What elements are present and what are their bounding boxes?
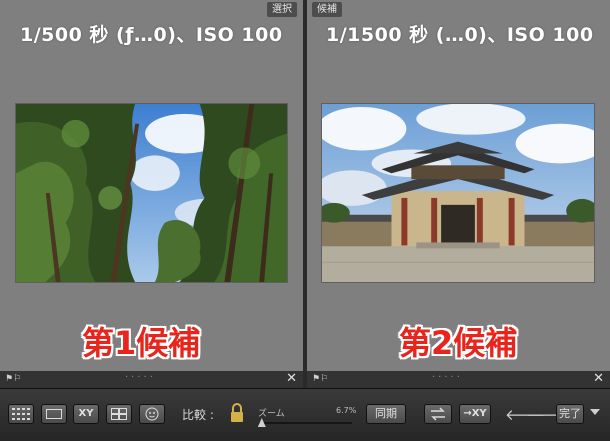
zoom-label: ズーム [258,409,285,419]
loupe-icon [46,409,62,419]
candidate-1-label: 第1候補 [82,324,201,362]
zoom-slider-track[interactable] [259,422,352,424]
rating-dots[interactable]: ····· [432,372,463,383]
bottom-toolbar: XY 比較 : ズーム 6.7% 同期 →XY 🡐 🡒 完了 [0,388,610,441]
compare-pane-select[interactable]: 選択 1/500 秒 (ƒ…0)、ISO 100 第1候補 ⚑⚐ ····· ✕ [0,0,303,388]
candidate-2-label: 第2候補 [399,324,518,362]
face-icon [145,407,159,421]
pine-trees-image [16,104,287,282]
done-button[interactable]: 完了 [556,404,584,424]
temple-gate-image [322,104,594,282]
grid-icon [12,408,30,420]
survey-icon [111,408,127,420]
lock-icon[interactable] [230,403,244,427]
select-tag: 選択 [267,2,297,17]
make-select-button[interactable]: →XY [459,404,491,424]
swap-button[interactable] [424,404,452,424]
flag-icon[interactable]: ⚑⚐ [312,374,328,384]
toolbar-menu-chevron-icon[interactable] [590,409,600,415]
sync-button[interactable]: 同期 [366,404,406,424]
candidate-tag: 候補 [312,2,342,17]
flag-icon[interactable]: ⚑⚐ [5,374,21,384]
photo-pine-trees[interactable] [15,103,288,283]
compare-pane-candidate[interactable]: 候補 1/1500 秒 (…0)、ISO 100 第2候補 ⚑⚐ ····· ✕ [307,0,610,388]
pane-footer-left: ⚑⚐ ····· ✕ [0,371,303,388]
compare-view-button[interactable]: XY [73,404,99,424]
compare-label: 比較 : [182,408,214,422]
close-pane-right-button[interactable]: ✕ [593,371,604,386]
survey-view-button[interactable] [106,404,132,424]
swap-icon [431,407,445,421]
pane-footer-right: ⚑⚐ ····· ✕ [307,371,610,388]
photo-info-right: 1/1500 秒 (…0)、ISO 100 [326,24,594,46]
make-select-icon: →XY [463,408,487,419]
rating-dots[interactable]: ····· [125,372,156,383]
grid-view-button[interactable] [8,404,34,424]
close-pane-left-button[interactable]: ✕ [286,371,297,386]
photo-temple-gate[interactable] [321,103,595,283]
people-view-button[interactable] [139,404,165,424]
photo-info-left: 1/500 秒 (ƒ…0)、ISO 100 [20,24,283,46]
zoom-percent: 6.7% [336,406,357,415]
loupe-view-button[interactable] [41,404,67,424]
